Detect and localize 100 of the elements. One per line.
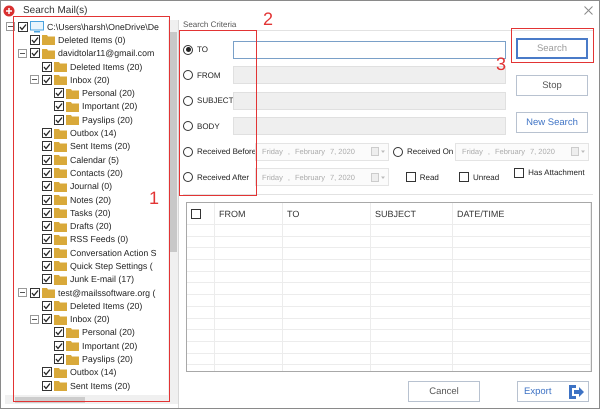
radio-option[interactable]: TO (183, 44, 233, 55)
tree-item[interactable]: Important (20) (82, 101, 138, 112)
checkbox[interactable] (42, 274, 52, 284)
folder-icon (54, 194, 67, 205)
tree-item[interactable]: Junk E-mail (17) (70, 274, 134, 284)
checkbox[interactable] (54, 327, 64, 338)
column-header[interactable]: DATE/TIME (457, 208, 504, 218)
checkbox[interactable] (54, 88, 64, 98)
folder-icon (42, 287, 55, 298)
column-header[interactable]: FROM (219, 208, 246, 218)
tree-item[interactable]: Quick Step Settings ( (70, 260, 153, 271)
checkbox[interactable] (42, 380, 52, 391)
checkbox[interactable] (191, 208, 201, 218)
calendar-icon (371, 172, 385, 182)
computer-icon (30, 20, 44, 33)
checkbox[interactable] (54, 340, 64, 351)
checkbox[interactable] (54, 101, 64, 112)
folder-icon (66, 114, 79, 126)
radio-option[interactable]: Received On (393, 146, 455, 157)
tree-item[interactable]: Deleted Items (20) (70, 300, 142, 311)
read-checkbox[interactable]: Read (406, 172, 459, 182)
checkbox[interactable] (42, 141, 52, 152)
collapse-icon[interactable] (18, 48, 27, 58)
checkbox[interactable] (30, 48, 40, 58)
tree-item[interactable]: Journal (0) (70, 181, 112, 192)
tree-item[interactable]: Deleted Items (20) (70, 62, 142, 72)
tree-item[interactable]: test@mailssoftware.org ( (58, 288, 156, 298)
tree-item[interactable]: Personal (20) (82, 327, 135, 338)
checkbox[interactable] (30, 34, 40, 45)
folder-icon (54, 366, 67, 378)
folder-icon (54, 314, 67, 325)
checkbox[interactable] (42, 314, 52, 324)
folder-icon (54, 260, 67, 272)
checkbox[interactable] (42, 168, 52, 178)
tree-item[interactable]: Inbox (20) (70, 314, 110, 324)
checkbox[interactable] (42, 300, 52, 311)
action-button[interactable]: New Search (516, 112, 588, 133)
attachment-checkbox[interactable]: Has Attachment (514, 168, 593, 178)
checkbox[interactable] (42, 208, 52, 218)
checkbox[interactable] (42, 221, 52, 232)
checkbox[interactable] (42, 234, 52, 244)
tree-item[interactable]: davidtolar11@gmail.com (58, 48, 154, 58)
checkbox[interactable] (406, 172, 416, 182)
close-icon[interactable] (584, 6, 593, 15)
tree-item[interactable]: Outbox (14) (70, 128, 116, 138)
checkbox[interactable] (42, 260, 52, 271)
checkbox[interactable] (42, 194, 52, 204)
folder-icon (54, 234, 67, 245)
checkbox[interactable] (514, 168, 524, 178)
tree-item[interactable]: C:\Users\harsh\OneDrive\De (47, 22, 159, 32)
action-button[interactable]: Stop (516, 75, 588, 96)
collapse-icon[interactable] (18, 288, 27, 298)
folder-icon (54, 61, 67, 72)
checkbox[interactable] (42, 128, 52, 138)
column-header[interactable]: SUBJECT (375, 208, 416, 218)
checkbox[interactable] (42, 367, 52, 378)
collapse-icon[interactable] (30, 75, 39, 84)
checkbox[interactable] (30, 288, 40, 298)
column-header[interactable]: TO (287, 208, 300, 218)
checkbox[interactable] (42, 181, 52, 192)
collapse-icon[interactable] (30, 314, 39, 324)
tree-item[interactable]: Payslips (20) (82, 114, 133, 125)
tree-item[interactable]: RSS Feeds (0) (70, 234, 128, 244)
checkbox[interactable] (18, 22, 28, 32)
tree-item[interactable]: Calendar (5) (70, 154, 119, 165)
checkbox[interactable] (42, 248, 52, 258)
collapse-icon[interactable] (6, 22, 15, 32)
folder-icon (66, 354, 79, 365)
checkbox[interactable] (42, 74, 52, 85)
tree-item[interactable]: Sent Items (20) (70, 141, 130, 152)
checkbox[interactable] (42, 62, 52, 72)
checkbox[interactable] (458, 172, 469, 182)
tree-item[interactable]: Payslips (20) (82, 354, 133, 364)
vertical-scrollbar[interactable] (168, 20, 178, 395)
unread-checkbox[interactable]: Unread (458, 172, 514, 182)
window-title: Search Mail(s) (23, 5, 88, 16)
radio-option[interactable]: Received Before (183, 146, 255, 157)
tree-item[interactable]: Contacts (20) (70, 168, 123, 178)
tree-item[interactable]: Inbox (20) (70, 74, 110, 85)
tree-item[interactable]: Important (20) (82, 340, 138, 351)
cancel-button[interactable]: Cancel (408, 381, 480, 402)
checkbox[interactable] (42, 154, 52, 165)
tree-item[interactable]: Tasks (20) (70, 208, 111, 218)
folder-icon (54, 140, 67, 152)
app-logo-icon (3, 4, 15, 16)
tree-item[interactable]: Personal (20) (82, 88, 135, 98)
calendar-icon (371, 147, 385, 156)
checkbox[interactable] (54, 114, 64, 125)
checkbox[interactable] (54, 354, 64, 364)
search-field[interactable] (233, 40, 506, 59)
tree-item[interactable]: Deleted Items (0) (58, 34, 126, 45)
folder-icon (54, 247, 67, 258)
tree-item[interactable]: Outbox (14) (70, 367, 116, 378)
tree-item[interactable]: Drafts (20) (70, 221, 112, 232)
tree-item[interactable]: Conversation Action S (70, 248, 157, 258)
tree-item[interactable]: Sent Items (20) (70, 380, 130, 391)
export-button[interactable]: Export (517, 381, 589, 402)
folder-icon (66, 340, 79, 352)
tree-item[interactable]: Notes (20) (70, 194, 112, 204)
radio-option[interactable]: Received After (183, 172, 255, 182)
